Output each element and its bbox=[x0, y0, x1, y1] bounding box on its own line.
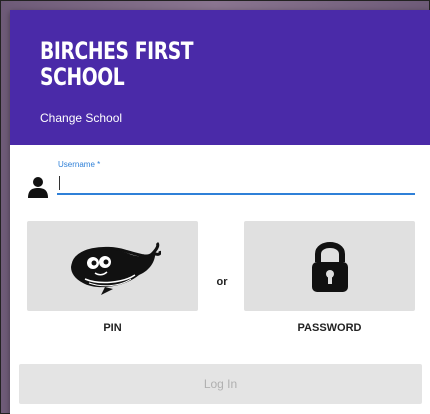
pin-login-button[interactable] bbox=[27, 221, 198, 311]
login-card: BIRCHES FIRST SCHOOL Change School Usern… bbox=[10, 10, 430, 414]
pin-label: PIN bbox=[103, 322, 122, 334]
login-button[interactable]: Log In bbox=[19, 364, 422, 404]
username-label: Username * bbox=[58, 160, 101, 169]
lock-icon bbox=[309, 240, 351, 294]
password-login-button[interactable] bbox=[244, 221, 415, 311]
change-school-link[interactable]: Change School bbox=[40, 111, 122, 125]
school-header: BIRCHES FIRST SCHOOL Change School bbox=[10, 10, 430, 145]
text-caret bbox=[59, 176, 60, 190]
school-name: BIRCHES FIRST SCHOOL bbox=[40, 37, 194, 91]
person-icon bbox=[28, 176, 48, 198]
whale-icon bbox=[65, 241, 161, 295]
username-input[interactable] bbox=[57, 173, 415, 195]
or-separator: or bbox=[216, 276, 228, 288]
password-label: PASSWORD bbox=[297, 322, 362, 334]
